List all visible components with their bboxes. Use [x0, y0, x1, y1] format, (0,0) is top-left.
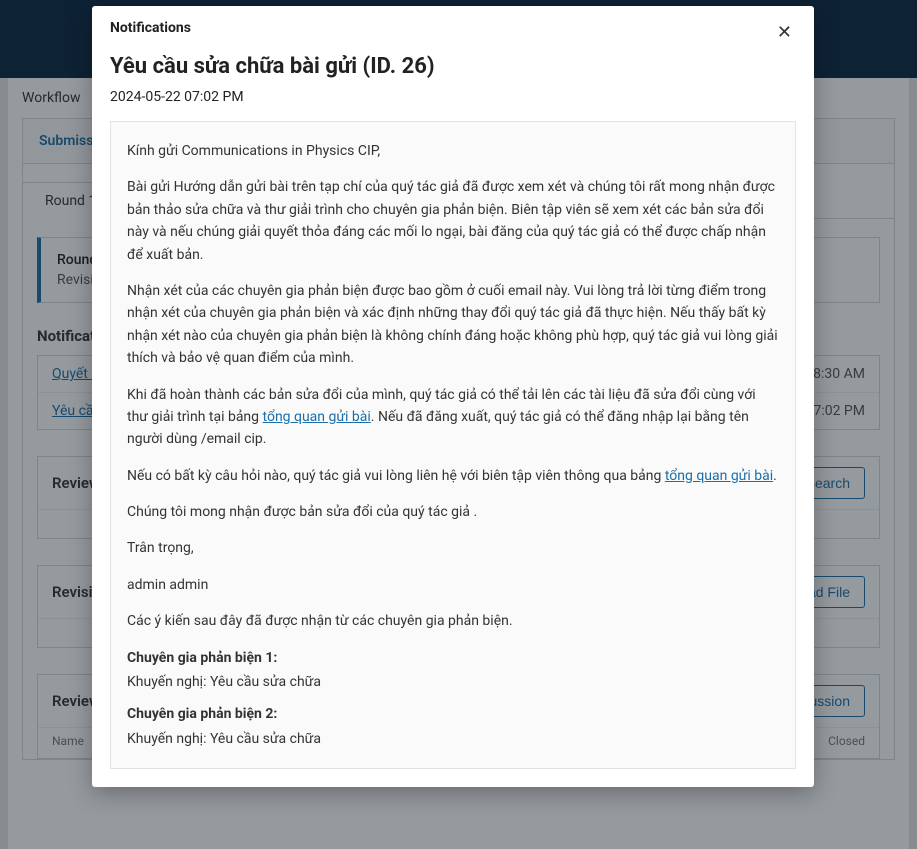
modal-header: Notifications ✕ — [92, 6, 814, 36]
modal-paragraph: Chúng tôi mong nhận được bản sửa đổi của… — [127, 501, 779, 523]
modal-paragraph: Bài gửi Hướng dẫn gửi bài trên tạp chí c… — [127, 176, 779, 266]
modal-signer: admin admin — [127, 574, 779, 596]
modal-title: Yêu cầu sửa chữa bài gửi (ID. 26) — [92, 36, 814, 79]
reviewer-label: Chuyên gia phản biện 2: — [127, 703, 779, 725]
reviewer-block: Chuyên gia phản biện 2: Khuyến nghị: Yêu… — [127, 703, 779, 750]
reviewer-recommendation: Khuyến nghị: Yêu cầu sửa chữa — [127, 671, 779, 693]
submission-overview-link[interactable]: tổng quan gửi bài — [263, 409, 371, 425]
reviewer-label: Chuyên gia phản biện 1: — [127, 647, 779, 669]
modal-greeting: Kính gửi Communications in Physics CIP, — [127, 140, 779, 162]
modal-header-title: Notifications — [110, 20, 796, 36]
modal-signoff: Trân trọng, — [127, 537, 779, 559]
modal-paragraph: Nhận xét của các chuyên gia phản biện đư… — [127, 280, 779, 370]
modal-timestamp: 2024-05-22 07:02 PM — [92, 79, 814, 121]
modal-paragraph: Nếu có bất kỳ câu hỏi nào, quý tác giả v… — [127, 465, 779, 487]
reviewer-block: Chuyên gia phản biện 1: Khuyến nghị: Yêu… — [127, 647, 779, 694]
modal-paragraph: Khi đã hoàn thành các bản sửa đổi của mì… — [127, 384, 779, 451]
notification-modal: Notifications ✕ Yêu cầu sửa chữa bài gửi… — [92, 6, 814, 787]
modal-reviewer-intro: Các ý kiến sau đây đã được nhận từ các c… — [127, 610, 779, 632]
submission-overview-link[interactable]: tổng quan gửi bài — [665, 468, 773, 484]
modal-text: Nếu có bất kỳ câu hỏi nào, quý tác giả v… — [127, 468, 665, 484]
modal-body: Kính gửi Communications in Physics CIP, … — [110, 121, 796, 769]
reviewer-recommendation: Khuyến nghị: Yêu cầu sửa chữa — [127, 728, 779, 750]
close-button[interactable]: ✕ — [769, 18, 800, 47]
modal-text: . — [773, 468, 777, 484]
